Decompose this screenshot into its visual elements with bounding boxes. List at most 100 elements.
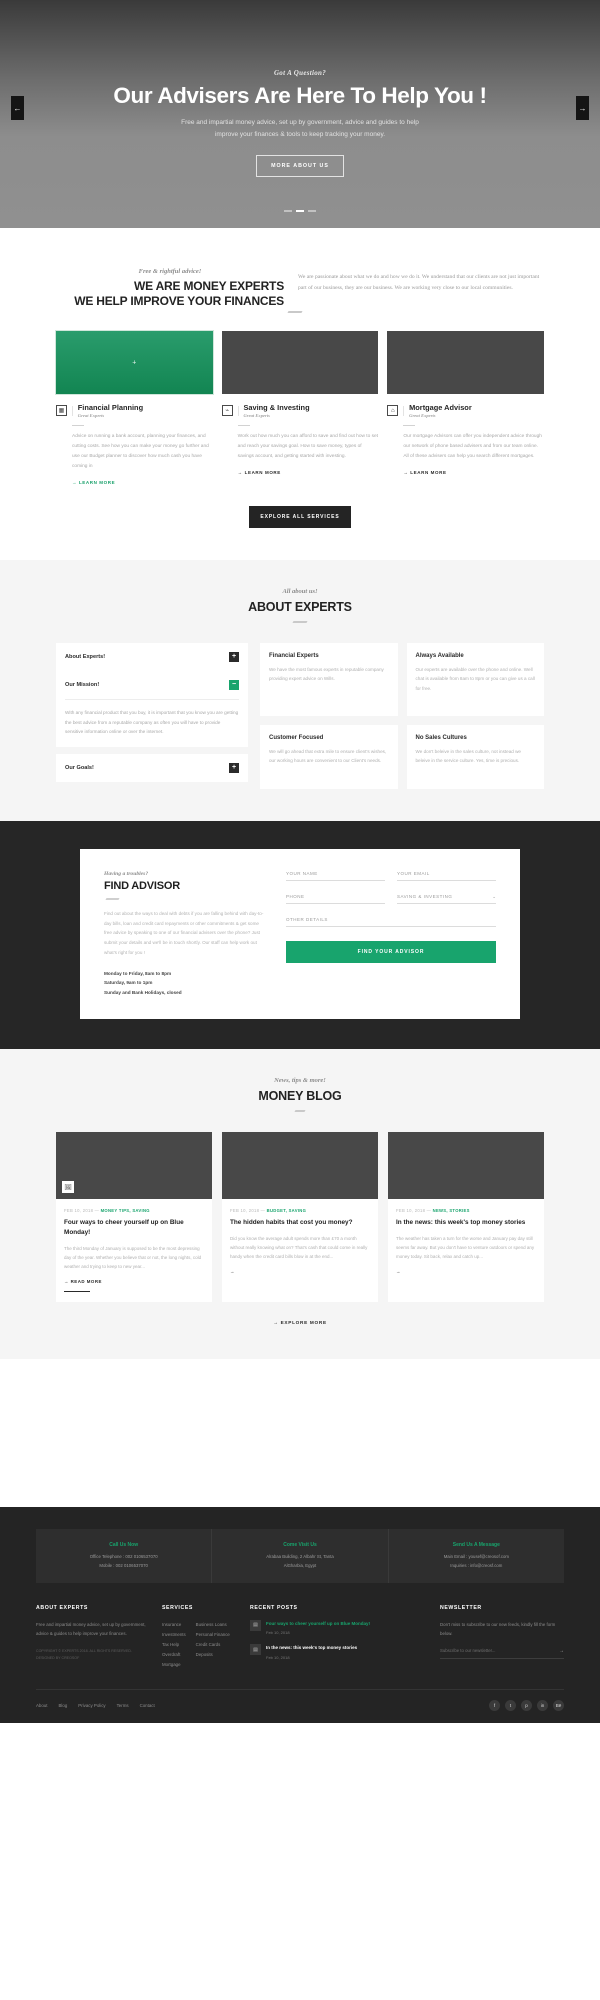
recent-post-title[interactable]: Four ways to cheer yourself up on Blue M…: [266, 1620, 370, 1627]
footer-nav-terms[interactable]: Terms: [117, 1703, 129, 1708]
newsletter-input[interactable]: Subscribe to our newsletter...: [440, 1648, 559, 1654]
phone-field[interactable]: PHONE: [286, 894, 385, 905]
plus-icon[interactable]: +: [229, 652, 239, 663]
blog-post-category[interactable]: NEWS, STORIES: [433, 1208, 470, 1213]
accordion-title: Our Goals!: [65, 765, 94, 772]
carousel-dot-1[interactable]: [284, 210, 292, 212]
blog-post-card[interactable]: FEB 10, 2018 — NEWS, STORIES In the news…: [388, 1132, 544, 1303]
email-field[interactable]: YOUR EMAIL: [397, 871, 496, 882]
service-card[interactable]: ⌁ Saving & Investing Great Experts Work …: [221, 331, 379, 485]
pinterest-icon[interactable]: p: [521, 1699, 532, 1711]
blog-post-title[interactable]: In the news: this week's top money stori…: [396, 1218, 536, 1228]
blog-section: News, tips & more! MONEY BLOG 🖼 FEB 10, …: [0, 1048, 600, 1360]
explore-all-services-button[interactable]: EXPLORE ALL SERVICES: [249, 505, 351, 528]
service-select[interactable]: SAVING & INVESTING ⌄: [397, 894, 496, 905]
other-details-field[interactable]: OTHER DETAILS: [286, 917, 496, 928]
experts-kicker: Free & rightful advice!: [138, 268, 202, 275]
accordion-item-about-experts[interactable]: About Experts! +: [56, 643, 248, 672]
footer-link[interactable]: Tax Help: [162, 1640, 186, 1650]
footer-column-heading: SERVICES: [162, 1604, 193, 1611]
facebook-icon[interactable]: f: [489, 1699, 500, 1711]
minus-icon[interactable]: −: [229, 680, 239, 691]
accordion-item-our-mission[interactable]: Our Mission! − With any financial produc…: [56, 671, 248, 748]
name-field[interactable]: YOUR NAME: [286, 871, 385, 882]
blog-post-title[interactable]: Four ways to cheer yourself up on Blue M…: [64, 1218, 204, 1237]
more-about-us-button[interactable]: MORE ABOUT US: [256, 154, 344, 177]
service-learn-more-link[interactable]: → LEARN MORE: [238, 470, 379, 475]
linkedin-icon[interactable]: in: [537, 1699, 548, 1711]
hero-title: Our Advisers Are Here To Help You !: [113, 83, 487, 109]
service-learn-more-link[interactable]: → LEARN MORE: [403, 470, 544, 475]
blog-kicker: News, tips & more!: [274, 1076, 326, 1084]
experts-section: Free & rightful advice! WE ARE MONEY EXP…: [0, 228, 600, 528]
footer-nav-contact[interactable]: Contact: [140, 1703, 155, 1708]
twitter-icon[interactable]: t: [505, 1699, 516, 1711]
experts-heading-block: Free & rightful advice! WE ARE MONEY EXP…: [56, 258, 284, 309]
service-card-image[interactable]: [387, 331, 545, 394]
newsletter-form[interactable]: Subscribe to our newsletter... →: [440, 1648, 564, 1659]
social-links: f t p in Bē: [489, 1699, 564, 1711]
service-card-image[interactable]: [221, 331, 379, 394]
feature-card: Customer Focused We will go ahead that e…: [260, 725, 398, 790]
hero-subtitle-line2: improve your finances & tools to keep tr…: [214, 130, 386, 138]
blog-read-more-link[interactable]: → READ MORE: [64, 1279, 204, 1284]
service-card-subtitle: Great Experts: [243, 413, 270, 419]
footer-link[interactable]: Insurance: [162, 1620, 186, 1630]
blog-post-card[interactable]: 🖼 FEB 10, 2018 — MONEY TIPS, SAVING Four…: [56, 1132, 212, 1303]
recent-post-item[interactable]: ▤ Four ways to cheer yourself up on Blue…: [250, 1619, 426, 1635]
find-advisor-form: YOUR NAME YOUR EMAIL PHONE SAVING & INVE…: [286, 871, 496, 997]
footer-nav-about[interactable]: About: [36, 1703, 47, 1708]
footer-nav-blog[interactable]: Blog: [58, 1703, 67, 1708]
footer-column-heading: RECENT POSTS: [250, 1604, 298, 1611]
footer: Call Us Now Office Telephone : 002 01065…: [0, 1507, 600, 1723]
carousel-dots[interactable]: [0, 210, 600, 212]
blog-post-category[interactable]: MONEY TIPS, SAVING: [101, 1208, 150, 1213]
find-your-advisor-button[interactable]: FIND YOUR ADVISOR: [286, 941, 496, 964]
service-learn-more-link[interactable]: → LEARN MORE: [72, 480, 213, 485]
feature-card: Always Available Our experts are availab…: [406, 643, 544, 717]
service-card-text: Advice on running a bank account, planni…: [72, 434, 209, 469]
footer-link[interactable]: Credit Cards: [196, 1640, 230, 1650]
recent-post-title[interactable]: In the news: this week's top money stori…: [266, 1644, 357, 1651]
accordion-item-our-goals[interactable]: Our Goals! +: [56, 754, 248, 783]
recent-post-item[interactable]: ▤ In the news: this week's top money sto…: [250, 1644, 426, 1660]
chevron-down-icon[interactable]: ⌄: [492, 894, 496, 900]
page-root: ← → Got A Question? Our Advisers Are Her…: [0, 0, 600, 1723]
blog-post-image[interactable]: 🖼: [56, 1132, 212, 1200]
footer-link[interactable]: Investments: [162, 1630, 186, 1640]
carousel-next-arrow[interactable]: →: [576, 96, 589, 120]
footer-nav-privacy[interactable]: Privacy Policy: [78, 1703, 105, 1708]
service-card-image[interactable]: +: [55, 330, 214, 395]
service-card-text: Work out how much you can afford to save…: [237, 434, 379, 459]
about-features-grid: Financial Experts We have the most famou…: [260, 643, 544, 790]
blog-post-image[interactable]: [222, 1132, 378, 1200]
blog-post-image[interactable]: [388, 1132, 544, 1200]
footer-link[interactable]: Personal Finance: [196, 1630, 230, 1640]
feature-text: We will go ahead that extra mile to ensu…: [269, 749, 387, 764]
carousel-prev-arrow[interactable]: ←: [11, 96, 24, 120]
service-card[interactable]: + ▦ Financial Planning Great Experts Adv…: [55, 330, 214, 485]
blog-post-card[interactable]: FEB 10, 2018 — BUDGET, SAVING The hidden…: [222, 1132, 378, 1303]
plus-icon[interactable]: +: [229, 763, 239, 774]
footer-link[interactable]: Business Loans: [196, 1620, 230, 1630]
image-icon: 🖼: [62, 1181, 74, 1194]
name-label: YOUR NAME: [286, 871, 318, 877]
service-card[interactable]: ⌂ Mortgage Advisor Great Experts Our mor…: [387, 331, 545, 485]
footer-link[interactable]: Deposits: [196, 1650, 230, 1660]
behance-icon[interactable]: Bē: [553, 1699, 564, 1711]
blog-read-more-link[interactable]: →: [396, 1269, 536, 1274]
blog-explore-more-link[interactable]: → EXPLORE MORE: [56, 1320, 544, 1325]
blog-post-category[interactable]: BUDGET, SAVING: [267, 1208, 307, 1213]
contact-line: Main Email : yousef@creosof.com: [443, 1554, 509, 1560]
footer-link[interactable]: Overdraft: [162, 1650, 186, 1660]
carousel-dot-2[interactable]: [296, 210, 304, 212]
newsletter-submit-icon[interactable]: →: [559, 1648, 564, 1654]
feature-title: No Sales Cultures: [415, 735, 467, 742]
footer-link[interactable]: Mortgage: [162, 1660, 186, 1670]
blog-title: MONEY BLOG: [258, 1088, 342, 1103]
blog-read-more-link[interactable]: →: [230, 1269, 370, 1274]
blog-post-title[interactable]: The hidden habits that cost you money?: [230, 1218, 370, 1228]
carousel-dot-3[interactable]: [308, 210, 316, 212]
plus-icon[interactable]: +: [132, 359, 136, 366]
hero-subtitle-line1: Free and impartial money advice, set up …: [181, 118, 419, 126]
